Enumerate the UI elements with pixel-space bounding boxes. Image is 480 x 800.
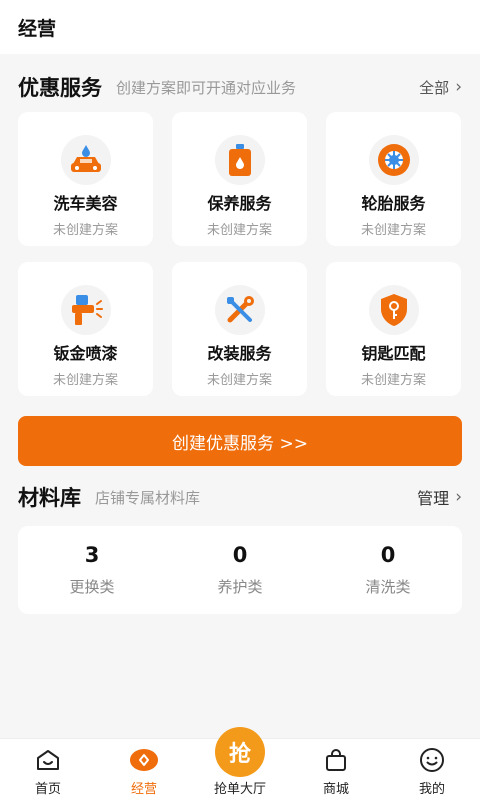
page-title: 经营 <box>18 17 57 40</box>
service-card-key[interactable]: 钥匙匹配 未创建方案 <box>326 262 461 396</box>
stat-replacement[interactable]: 3 更换类 <box>18 526 166 614</box>
materials-stats: 3 更换类 0 养护类 0 清洗类 <box>18 526 462 614</box>
service-status: 未创建方案 <box>52 223 118 238</box>
manage-button[interactable]: 管理 › <box>417 485 462 509</box>
stat-value: 3 <box>84 543 100 567</box>
key-shield-icon <box>368 285 419 335</box>
tab-home[interactable]: 首页 <box>0 739 96 800</box>
service-card-tire[interactable]: 轮胎服务 未创建方案 <box>326 112 461 246</box>
service-name: 改装服务 <box>207 344 272 363</box>
stat-care[interactable]: 0 养护类 <box>166 526 314 614</box>
materials-section-header: 材料库 店铺专属材料库 管理 › <box>0 480 480 514</box>
stat-value: 0 <box>232 543 248 567</box>
service-card-modification[interactable]: 改装服务 未创建方案 <box>172 262 307 396</box>
stat-label: 清洗类 <box>365 578 411 596</box>
shop-bag-icon <box>324 747 348 773</box>
stat-label: 养护类 <box>217 578 263 596</box>
tab-label: 商城 <box>322 782 349 797</box>
service-name: 洗车美容 <box>53 194 118 213</box>
materials-title: 材料库 <box>18 486 81 510</box>
tab-label: 抢单大厅 <box>213 782 266 797</box>
chevron-right-icon: › <box>455 77 462 97</box>
tab-grab-orders[interactable]: 抢 抢单大厅 <box>192 727 288 800</box>
tire-icon <box>368 135 419 185</box>
create-promo-button[interactable]: 创建优惠服务 >> <box>18 416 462 466</box>
manage-label: 管理 <box>417 489 450 508</box>
service-grid: 洗车美容 未创建方案 保养服务 未创建方案 轮胎服务 未创建方案 钣金喷漆 未创… <box>0 112 480 396</box>
tab-shop[interactable]: 商城 <box>288 739 384 800</box>
bottom-tab-bar: 首页 经营 抢 抢单大厅 商城 我的 <box>0 727 480 800</box>
oil-can-icon <box>214 135 265 185</box>
tab-label: 我的 <box>418 782 445 797</box>
view-all-label: 全部 <box>419 78 450 97</box>
service-name: 轮胎服务 <box>361 194 426 213</box>
stat-cleaning[interactable]: 0 清洗类 <box>314 526 462 614</box>
service-name: 钥匙匹配 <box>361 344 426 363</box>
promo-subtitle: 创建方案即可开通对应业务 <box>116 78 297 97</box>
business-icon <box>129 747 159 773</box>
tab-business[interactable]: 经营 <box>96 739 192 800</box>
service-card-maintenance[interactable]: 保养服务 未创建方案 <box>172 112 307 246</box>
service-card-car-wash[interactable]: 洗车美容 未创建方案 <box>18 112 153 246</box>
service-status: 未创建方案 <box>360 223 426 238</box>
top-bar: 经营 <box>0 0 480 54</box>
tab-label: 首页 <box>34 782 61 797</box>
stat-label: 更换类 <box>69 578 115 596</box>
stat-value: 0 <box>380 543 396 567</box>
service-status: 未创建方案 <box>206 373 272 388</box>
wrench-screwdriver-icon <box>214 285 265 335</box>
service-status: 未创建方案 <box>206 223 272 238</box>
view-all-button[interactable]: 全部 › <box>419 77 462 98</box>
grab-order-icon: 抢 <box>215 727 265 777</box>
service-name: 保养服务 <box>207 194 272 213</box>
profile-face-icon <box>419 747 445 773</box>
spray-gun-icon <box>60 285 111 335</box>
promo-title: 优惠服务 <box>18 76 102 100</box>
promo-section-header: 优惠服务 创建方案即可开通对应业务 全部 › <box>0 72 480 102</box>
tab-label: 经营 <box>130 782 157 797</box>
tab-profile[interactable]: 我的 <box>384 739 480 800</box>
car-wash-icon <box>60 135 111 185</box>
service-card-paint[interactable]: 钣金喷漆 未创建方案 <box>18 262 153 396</box>
home-icon <box>35 747 61 773</box>
materials-subtitle: 店铺专属材料库 <box>95 488 201 507</box>
service-name: 钣金喷漆 <box>53 344 118 363</box>
chevron-right-icon: › <box>455 487 462 507</box>
service-status: 未创建方案 <box>52 373 118 388</box>
service-status: 未创建方案 <box>360 373 426 388</box>
